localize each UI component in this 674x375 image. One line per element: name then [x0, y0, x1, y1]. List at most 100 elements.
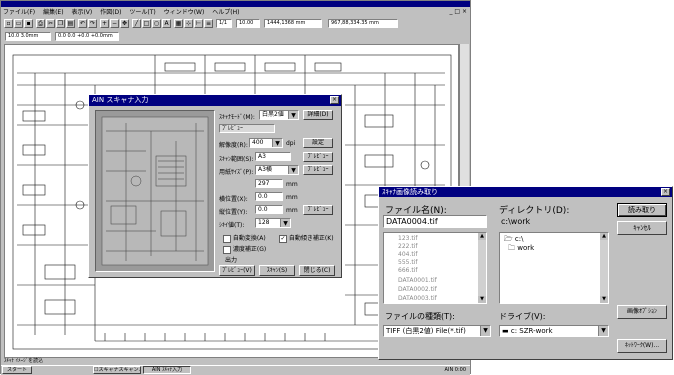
menu-item-file[interactable]: ファイル(F) [3, 9, 35, 16]
chevron-down-icon[interactable]: ▼ [272, 139, 282, 147]
page-field[interactable]: 1/1 [216, 19, 232, 28]
scroll-down-icon[interactable]: ▼ [478, 296, 486, 303]
paper-size-preview-button[interactable]: ﾌﾟﾚﾋﾞｭｰ [303, 165, 333, 175]
maximize-button[interactable]: □ [454, 8, 460, 15]
list-item[interactable]: 404.tif [398, 251, 418, 259]
file-list-scrollbar[interactable]: ▲ ▼ [478, 233, 486, 303]
save-icon[interactable]: ▪ [24, 19, 33, 28]
chevron-down-icon[interactable]: ▼ [598, 326, 608, 336]
checkbox-box[interactable] [223, 234, 231, 243]
checkbox-box[interactable] [223, 245, 231, 254]
detail-button[interactable]: 詳細(D) [303, 110, 333, 120]
redo-icon[interactable]: ↷ [88, 19, 97, 28]
chevron-down-icon[interactable]: ▼ [480, 326, 490, 336]
x-offset-field[interactable]: 0.0 [255, 192, 283, 201]
scan-mode-combo[interactable]: 白黒2値 ▼ [259, 110, 299, 120]
menu-item-draw[interactable]: 作図(D) [100, 9, 121, 16]
directory-list[interactable]: 🗁 c:\ 🗀 work ▲ ▼ [499, 232, 609, 304]
read-button[interactable]: 読み取り [617, 203, 667, 217]
line-icon[interactable]: ╱ [132, 19, 141, 28]
cut-icon[interactable]: ✂ [46, 19, 55, 28]
resolution-settings-button[interactable]: 設定 [303, 138, 333, 148]
density-checkbox[interactable]: 濃度補正(G) [223, 244, 266, 254]
drive-combo[interactable]: ▬ c: SZR-work ▼ [499, 325, 609, 337]
paper-width-field[interactable]: 297 [255, 179, 283, 188]
zoom-out-icon[interactable]: − [110, 19, 119, 28]
auto-convert-checkbox[interactable]: 自動変換(A) [223, 233, 266, 243]
taskbar-item-scanner[interactable]: ☐スキャナスキャン... [93, 366, 141, 374]
scale-field[interactable]: 10.00 [236, 19, 260, 28]
filetype-combo[interactable]: TIFF (白黒2値) File(*.tif) ▼ [383, 325, 491, 337]
list-item[interactable]: DATA0003.tif [398, 295, 437, 303]
copy-icon[interactable]: ❐ [56, 19, 65, 28]
menu-item-tools[interactable]: ツール(T) [129, 9, 155, 16]
chevron-down-icon[interactable]: ▼ [288, 111, 298, 119]
offset-preview-button[interactable]: ﾌﾟﾚﾋﾞｭｰ [303, 205, 333, 215]
start-button[interactable]: スタート [2, 366, 32, 374]
resolution-unit: dpi [286, 140, 296, 147]
list-item[interactable]: 123.tif [398, 235, 418, 243]
new-icon[interactable]: ▫ [4, 19, 13, 28]
taskbar-item-ain[interactable]: AIN ｽｷｬﾅ入力 [143, 366, 191, 374]
coord-field-1[interactable]: 10.0 3.0mm [5, 32, 51, 41]
print-icon[interactable]: ⎙ [36, 19, 45, 28]
y-offset-field[interactable]: 0.0 [255, 205, 283, 214]
list-item[interactable]: DATA0001.tif [398, 277, 437, 285]
list-item[interactable]: 666.tif [398, 267, 418, 275]
preview-button[interactable]: ﾌﾟﾚﾋﾞｭｰ(V) [219, 265, 255, 276]
menu-item-window[interactable]: ウィンドウ(W) [164, 9, 205, 16]
scan-area-field[interactable]: A3 [255, 152, 291, 161]
density-label: 濃度補正(G) [232, 246, 267, 253]
preview-panel[interactable] [95, 110, 215, 272]
network-button[interactable]: ﾈｯﾄﾜｰｸ(W)... [617, 339, 667, 353]
threshold-combo[interactable]: 128 ▼ [255, 218, 291, 228]
list-item[interactable]: DATA0002.tif [398, 286, 437, 294]
list-item[interactable]: 555.tif [398, 259, 418, 267]
scroll-down-icon[interactable]: ▼ [600, 296, 608, 303]
snap-icon[interactable]: ⊹ [184, 19, 193, 28]
measure-icon[interactable]: ⊢ [194, 19, 203, 28]
pan-icon[interactable]: ✥ [120, 19, 129, 28]
undo-icon[interactable]: ↶ [78, 19, 87, 28]
position-field[interactable]: 967,88,334.35 mm [328, 19, 398, 28]
scroll-up-icon[interactable]: ▲ [478, 233, 486, 240]
open-dialog-close-icon[interactable]: × [661, 188, 670, 196]
menu-item-edit[interactable]: 編集(E) [43, 9, 63, 16]
coord-field-2[interactable]: 0.0 0.0 +0.0 +0.0mm [55, 32, 119, 41]
grid-icon[interactable]: ▦ [174, 19, 183, 28]
list-item[interactable]: 222.tif [398, 243, 418, 251]
filename-input[interactable]: DATA0004.tif [383, 215, 487, 228]
directory-list-scrollbar[interactable]: ▲ ▼ [600, 233, 608, 303]
open-icon[interactable]: ▭ [14, 19, 23, 28]
scroll-up-icon[interactable]: ▲ [600, 233, 608, 240]
size-field[interactable]: 1444,1368 mm [264, 19, 322, 28]
menu-item-view[interactable]: 表示(V) [71, 9, 92, 16]
text-icon[interactable]: A [162, 19, 171, 28]
scan-area-preview-button[interactable]: ﾌﾟﾚﾋﾞｭｰ [303, 152, 333, 162]
paper-size-combo[interactable]: A3横 ▼ [255, 165, 299, 175]
paste-icon[interactable]: ▤ [66, 19, 75, 28]
circle-icon[interactable]: ○ [152, 19, 161, 28]
dir-item-work[interactable]: 🗀 work [508, 244, 534, 253]
rect-icon[interactable]: □ [142, 19, 151, 28]
y-offset-label: 縦位置(Y): [219, 209, 248, 216]
menu-item-help[interactable]: ヘルプ(H) [212, 9, 239, 16]
scan-dialog-close-icon[interactable]: × [330, 96, 339, 104]
scan-button[interactable]: ｽｷｬﾝ(S) [259, 265, 295, 276]
auto-deskew-checkbox[interactable]: ✓ 自動傾き補正(K) [279, 233, 334, 243]
dir-item-root[interactable]: 🗁 c:\ [504, 235, 524, 244]
file-list[interactable]: 123.tif 222.tif 404.tif 555.tif 666.tif … [383, 232, 487, 304]
close-button[interactable]: 閉じる(C) [299, 265, 335, 276]
close-button[interactable]: × [462, 8, 467, 15]
chevron-down-icon[interactable]: ▼ [288, 166, 298, 174]
resolution-combo[interactable]: 400 ▼ [249, 138, 283, 148]
preview-mode-field[interactable]: ﾌﾟﾚﾋﾞｭｰ [219, 124, 275, 133]
cancel-button[interactable]: ｷｬﾝｾﾙ [617, 221, 667, 235]
checkbox-checked-icon[interactable]: ✓ [279, 234, 287, 243]
chevron-down-icon[interactable]: ▼ [280, 219, 290, 227]
layer-icon[interactable]: ≡ [204, 19, 213, 28]
open-dialog-title-bar: ｽｷｬﾅ画像読み取り [379, 187, 672, 197]
minimize-button[interactable]: _ [449, 8, 452, 15]
image-options-button[interactable]: 画像ｵﾌﾟｼｮﾝ [617, 305, 667, 319]
zoom-in-icon[interactable]: + [100, 19, 109, 28]
